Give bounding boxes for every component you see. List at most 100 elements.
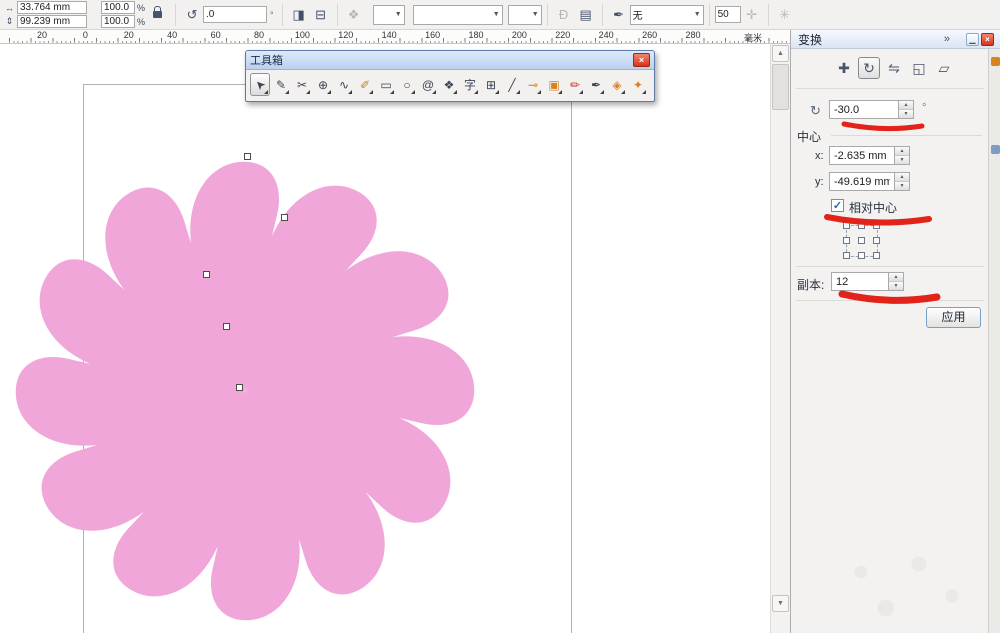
basic-shapes-tool[interactable]: ❖	[439, 73, 459, 96]
rotation-angle-input[interactable]	[829, 100, 899, 119]
units-dropdown[interactable]: ▼	[508, 5, 542, 25]
flower-shape[interactable]	[15, 125, 485, 633]
object-width-field[interactable]	[17, 1, 87, 14]
scale-mirror-mode[interactable]: ⇋	[883, 57, 905, 79]
ellipse-tool[interactable]: ○	[397, 73, 417, 96]
toolbox-close-button[interactable]: ×	[633, 53, 650, 67]
docker-tab-icon[interactable]	[991, 145, 1000, 154]
anchor-point[interactable]	[843, 222, 850, 229]
copies-spinner[interactable]: ▲▼	[889, 272, 904, 291]
relative-center-label: 相对中心	[849, 199, 897, 216]
docker-chevron-icon[interactable]: »	[944, 33, 950, 45]
percent-label: %	[137, 17, 145, 27]
docker-close-button[interactable]: ×	[981, 33, 994, 46]
outline-style-dropdown[interactable]: ▼	[413, 5, 503, 25]
degree-label: °	[922, 102, 926, 114]
artistic-media-tool[interactable]: ✐	[355, 73, 375, 96]
center-x-input[interactable]	[829, 146, 895, 165]
selection-handle[interactable]	[223, 323, 230, 330]
freehand-tool[interactable]: ∿	[334, 73, 354, 96]
style-dropdown[interactable]: ▼	[373, 5, 405, 25]
lock-ratio-icon[interactable]	[153, 11, 162, 18]
anchor-point[interactable]	[858, 237, 865, 244]
position-mode[interactable]: ✚	[833, 57, 855, 79]
object-height-icon: ⇕	[4, 16, 15, 27]
scroll-down-button[interactable]: ▼	[772, 595, 789, 612]
relative-center-checkbox[interactable]: ✓	[831, 199, 844, 212]
docker-header[interactable]: 变换 » ▁ ×	[791, 30, 1000, 49]
anchor-point[interactable]	[858, 222, 865, 229]
nudge-field[interactable]	[715, 6, 741, 23]
to-layer-button[interactable]: ▤	[576, 5, 596, 25]
connector-tool[interactable]: ⊸	[523, 73, 543, 96]
freehand-tool-icon: ∿	[339, 78, 349, 92]
pick-tool[interactable]: ➤	[250, 73, 270, 96]
nudge-spinner-icon[interactable]: ✛	[742, 5, 762, 25]
transform-docker: 变换 » ▁ × ✚↻⇋◱▱ ↻ ▲▼ ° 中心 x: ▲▼ y: ▲▼ ✓ 相…	[790, 30, 1000, 633]
blend-tool[interactable]: ▣	[544, 73, 564, 96]
anchor-point[interactable]	[843, 252, 850, 259]
selection-handle[interactable]	[203, 271, 210, 278]
copies-input[interactable]	[831, 272, 889, 291]
anchor-point[interactable]	[873, 222, 880, 229]
pick-tool-icon: ➤	[251, 76, 268, 93]
toolbox-window[interactable]: 工具箱 × ➤✎✂⊕ ∿ ✐ ▭○@ ❖ 字⊞╱ ⊸ ▣✏✒◈✦	[245, 50, 655, 102]
fill-tool[interactable]: ◈	[607, 73, 627, 96]
crop-tool[interactable]: ✂	[292, 73, 312, 96]
table-tool[interactable]: ⊞	[481, 73, 501, 96]
rotation-angle-field[interactable]	[203, 6, 267, 23]
selection-handle[interactable]	[236, 384, 243, 391]
drawing-canvas[interactable]	[0, 44, 770, 633]
docker-minimize-button[interactable]: ▁	[966, 33, 979, 46]
zoom-tool[interactable]: ⊕	[313, 73, 333, 96]
rotation-angle-spinner[interactable]: ▲▼	[899, 100, 914, 119]
shape-tool[interactable]: ✎	[271, 73, 291, 96]
anchor-point[interactable]	[843, 237, 850, 244]
scale-y-field[interactable]	[101, 15, 135, 28]
ruler-label: 280	[685, 30, 700, 40]
mirror-horizontal-button[interactable]: ◨	[289, 5, 309, 25]
eyedropper-tool[interactable]: ✏	[565, 73, 585, 96]
basic-shapes-tool-icon: ❖	[444, 78, 455, 92]
polygon-tool[interactable]: @	[418, 73, 438, 96]
object-height-field[interactable]	[17, 15, 87, 28]
separator	[709, 4, 710, 26]
docker-tab-icon[interactable]	[991, 57, 1000, 66]
apply-button[interactable]: 应用	[926, 307, 981, 328]
ruler-label: 200	[512, 30, 527, 40]
connector-tool-icon: ⊸	[528, 78, 538, 92]
anchor-point[interactable]	[873, 237, 880, 244]
separator	[337, 4, 338, 26]
toolbox-titlebar[interactable]: 工具箱 ×	[246, 51, 654, 70]
center-y-input[interactable]	[829, 172, 895, 191]
rectangle-tool[interactable]: ▭	[376, 73, 396, 96]
selection-handle[interactable]	[281, 214, 288, 221]
ruler-label: 240	[599, 30, 614, 40]
anchor-grid[interactable]	[843, 222, 881, 260]
skew-mode[interactable]: ▱	[933, 57, 955, 79]
outline-width-dropdown[interactable]: 无▼	[630, 5, 704, 25]
anchor-point[interactable]	[873, 252, 880, 259]
scroll-up-button[interactable]: ▲	[772, 45, 789, 62]
rotate-mode[interactable]: ↻	[858, 57, 880, 79]
toolbox-title: 工具箱	[250, 52, 633, 68]
interactive-fill-tool[interactable]: ✦	[628, 73, 648, 96]
mirror-vertical-button[interactable]: ⊟	[311, 5, 331, 25]
size-mode[interactable]: ◱	[908, 57, 930, 79]
artistic-media-tool-icon: ✐	[360, 78, 370, 92]
group-button: ❖	[344, 5, 364, 25]
center-y-spinner[interactable]: ▲▼	[895, 172, 910, 191]
anchor-point[interactable]	[858, 252, 865, 259]
dimension-tool[interactable]: ╱	[502, 73, 522, 96]
selection-handle[interactable]	[244, 153, 251, 160]
ruler-label: 160	[425, 30, 440, 40]
center-x-spinner[interactable]: ▲▼	[895, 146, 910, 165]
scrollbar-thumb[interactable]	[772, 64, 789, 110]
docker-tab-strip[interactable]	[988, 49, 1000, 633]
outline-pen-tool[interactable]: ✒	[586, 73, 606, 96]
vertical-scrollbar[interactable]: ▲ ▼	[770, 44, 790, 633]
scale-x-field[interactable]	[101, 1, 135, 14]
text-tool[interactable]: 字	[460, 73, 480, 96]
rotate-icon: ↺	[182, 5, 202, 25]
ruler-label: 120	[338, 30, 353, 40]
